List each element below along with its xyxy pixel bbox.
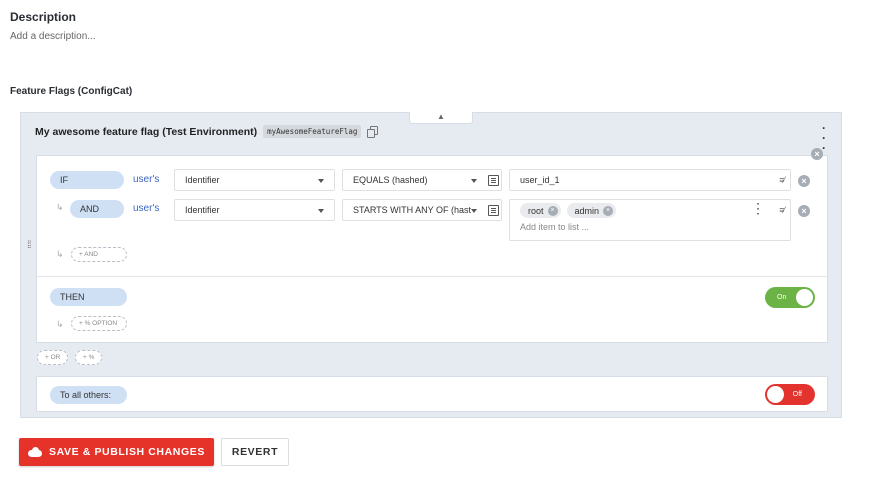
attribute-select-if[interactable]: Identifier: [174, 169, 335, 191]
chip-label: admin: [574, 205, 600, 216]
flag-header: My awesome feature flag (Test Environmen…: [35, 125, 379, 138]
remove-condition-and-button[interactable]: ×: [798, 205, 810, 217]
default-value-toggle[interactable]: Off: [765, 384, 815, 405]
chip-admin[interactable]: admin ×: [566, 203, 617, 218]
targeting-rule-card: × IF user's Identifier EQUALS (hashed) u…: [36, 148, 828, 343]
list-icon[interactable]: [488, 205, 499, 216]
users-label-and: user's: [133, 203, 160, 214]
list-icon[interactable]: [488, 175, 499, 186]
comparison-value: user_id_1: [520, 175, 560, 185]
remove-condition-if-button[interactable]: ×: [798, 175, 810, 187]
subdirectory-arrow-icon: ↳: [56, 249, 64, 259]
chevron-up-icon[interactable]: ▲: [409, 112, 473, 124]
kebab-menu-icon[interactable]: · · ·: [757, 200, 760, 220]
feature-flag-panel: ▲ My awesome feature flag (Test Environm…: [20, 112, 842, 418]
save-publish-label: SAVE & PUBLISH CHANGES: [49, 446, 205, 458]
comparator-select-if[interactable]: EQUALS (hashed): [342, 169, 502, 191]
add-percent-option-button[interactable]: + % OPTION: [71, 316, 127, 331]
toggle-label: Off: [792, 391, 802, 398]
toggle-knob: [796, 289, 813, 306]
comparator-select-and[interactable]: STARTS WITH ANY OF (hast: [342, 199, 502, 221]
subdirectory-arrow-icon: ↳: [56, 202, 64, 212]
revert-button[interactable]: REVERT: [221, 438, 289, 466]
save-publish-button[interactable]: SAVE & PUBLISH CHANGES: [19, 438, 214, 466]
attribute-value: Identifier: [185, 175, 220, 185]
comparator-value: EQUALS (hashed): [353, 175, 428, 185]
flag-name: My awesome feature flag (Test Environmen…: [35, 125, 258, 138]
add-item-input[interactable]: Add item to list ...: [520, 222, 790, 232]
subdirectory-arrow-icon: ↳: [56, 319, 64, 329]
chevron-down-icon: [471, 179, 477, 183]
add-percent-button[interactable]: + %: [75, 350, 103, 365]
close-icon[interactable]: ×: [603, 205, 614, 216]
and-pill: AND: [70, 200, 124, 218]
drag-handle-icon[interactable]: ⁞⁞: [27, 241, 31, 251]
flag-key: myAwesomeFeatureFlag: [263, 125, 362, 138]
copy-icon[interactable]: [367, 126, 379, 138]
close-icon: ×: [811, 148, 823, 160]
add-and-button[interactable]: + AND: [71, 247, 127, 262]
comparator-value: STARTS WITH ANY OF (hast: [353, 205, 472, 215]
add-or-button[interactable]: + OR: [37, 350, 69, 365]
chevron-down-icon: [318, 209, 324, 213]
to-all-others-card: To all others: Off: [36, 376, 828, 412]
description-title: Description: [10, 10, 77, 24]
edit-icon[interactable]: ≡⁄: [779, 205, 785, 215]
chip-label: root: [528, 205, 544, 216]
divider: [37, 276, 827, 277]
feature-flags-section-title: Feature Flags (ConfigCat): [10, 86, 133, 97]
cloud-upload-icon: [28, 447, 43, 457]
toggle-label: On: [777, 294, 787, 301]
chip-root[interactable]: root ×: [520, 203, 561, 218]
then-pill: THEN: [50, 288, 127, 306]
users-label-if: user's: [133, 174, 160, 185]
if-pill: IF: [50, 171, 124, 189]
attribute-select-and[interactable]: Identifier: [174, 199, 335, 221]
chip-list: root × admin ×: [520, 203, 790, 218]
chevron-down-icon: [471, 209, 477, 213]
then-toggle[interactable]: On: [765, 287, 815, 308]
close-icon[interactable]: ×: [547, 205, 558, 216]
edit-icon[interactable]: ≡⁄: [779, 170, 785, 190]
list-value-input-and[interactable]: root × admin × Add item to list ... · · · …: [509, 199, 791, 241]
comparison-value-input-if[interactable]: user_id_1 ≡⁄: [509, 169, 791, 191]
chevron-down-icon: [318, 179, 324, 183]
toggle-knob: [767, 386, 784, 403]
attribute-value: Identifier: [185, 205, 220, 215]
to-all-others-pill: To all others:: [50, 386, 127, 404]
description-input[interactable]: Add a description...: [10, 31, 96, 42]
remove-rule-button[interactable]: ×: [811, 148, 823, 160]
